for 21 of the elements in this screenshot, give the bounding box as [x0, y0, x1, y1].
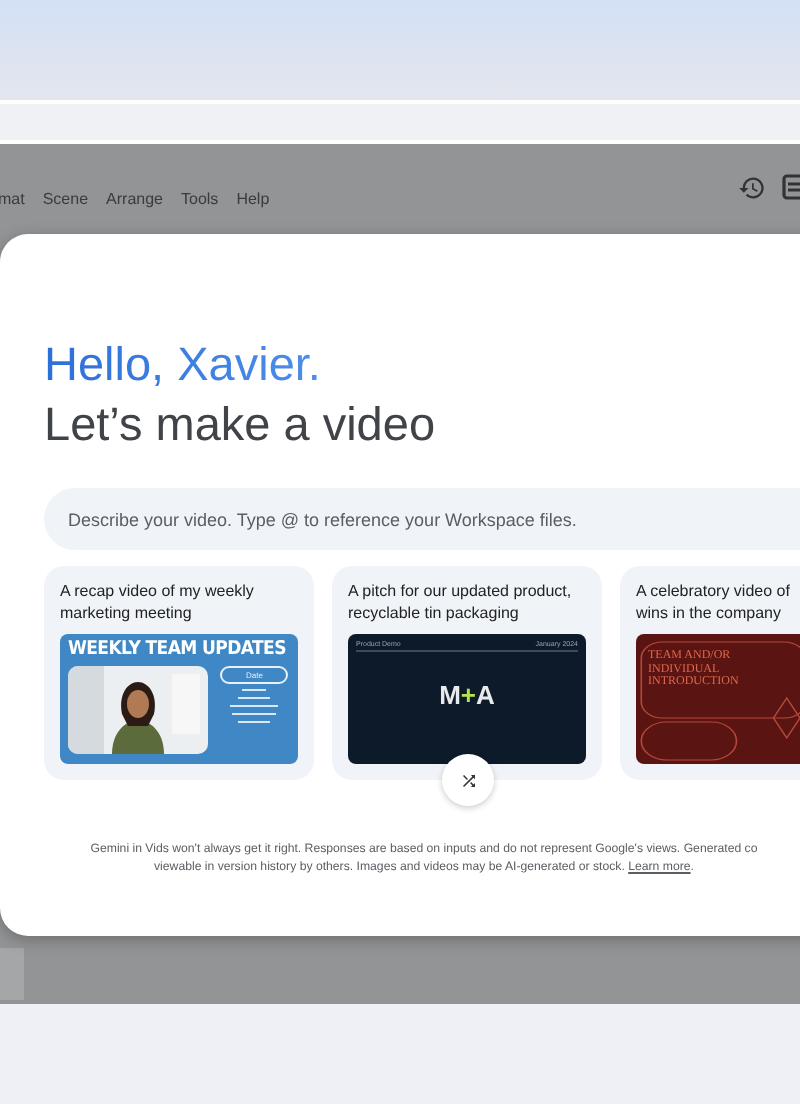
slide-heading: WEEKLY TEAM UPDATES: [68, 638, 286, 660]
suggestion-title: A recap video of my weekly: [60, 582, 254, 603]
slide-logo: M+A: [439, 680, 495, 710]
suggestion-title: wins in the company: [636, 603, 781, 624]
menu-item[interactable]: Arrange: [106, 189, 163, 207]
shuffle-icon: [459, 771, 477, 789]
menu-item[interactable]: Scene: [42, 189, 89, 207]
comment-icon[interactable]: [782, 174, 800, 202]
side-panel: [0, 948, 24, 1000]
menu-item[interactable]: Help: [236, 189, 270, 207]
shuffle-button[interactable]: [442, 754, 494, 806]
prompt-field[interactable]: Describe your video. Type @ to reference your Workspace files.: [44, 488, 800, 550]
outline-diamond: [772, 696, 800, 740]
menu-item[interactable]: Tools: [181, 189, 219, 207]
suggestion-title: A celebratory video of: [636, 582, 790, 603]
suggestion-title: A pitch for our updated product,: [348, 582, 572, 603]
outline-pill: [640, 721, 738, 761]
history-icon[interactable]: [738, 174, 766, 202]
headline: Let’s make a video: [44, 396, 436, 454]
suggestion-title: marketing meeting: [60, 603, 192, 624]
suggestion-title: recyclable tin packaging: [348, 603, 519, 624]
